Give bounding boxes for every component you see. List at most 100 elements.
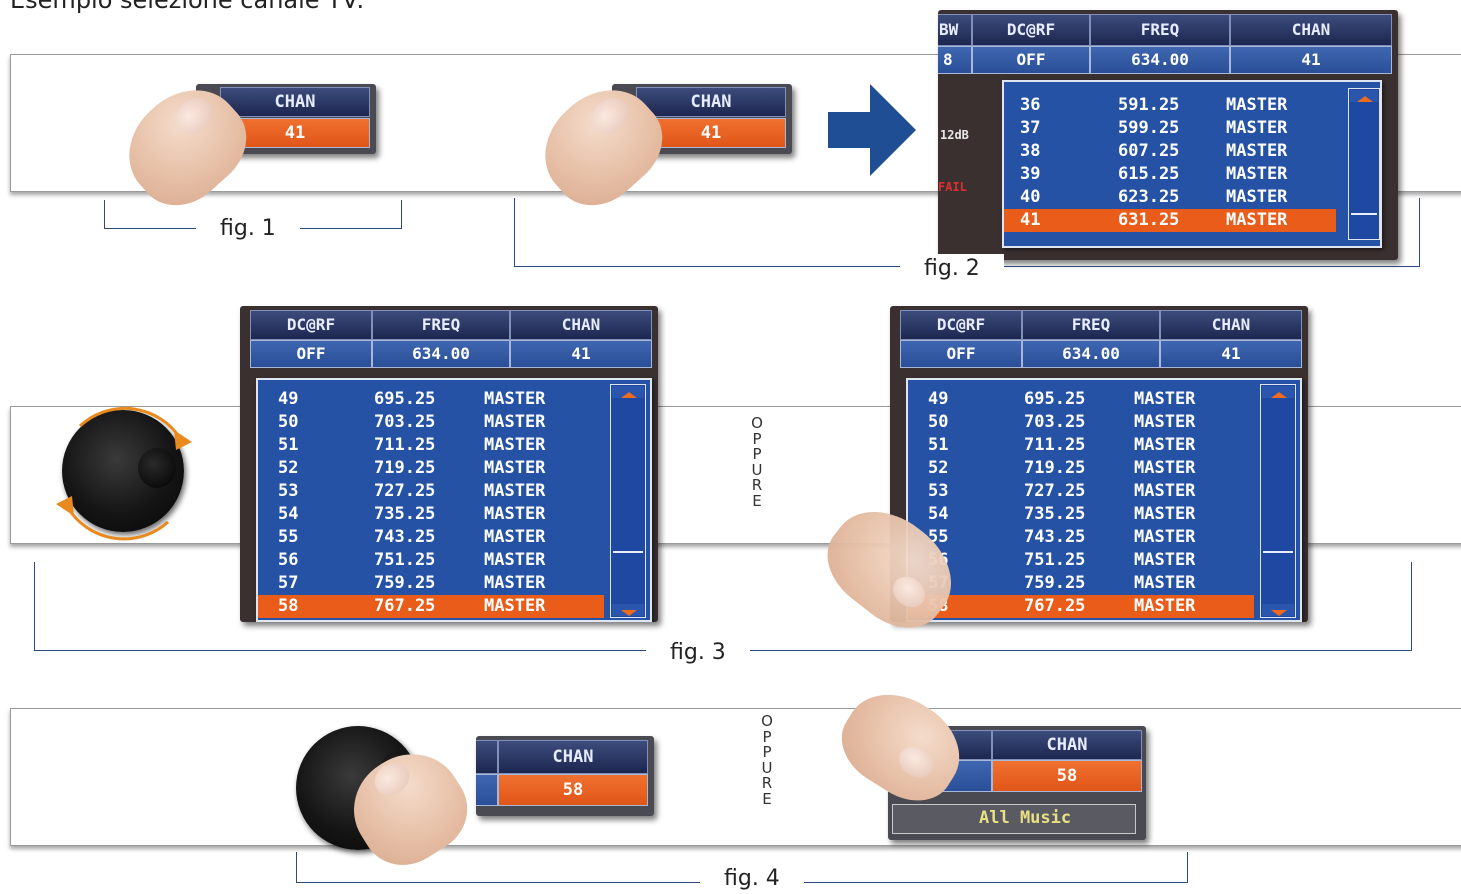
list-freq: 719.25 xyxy=(374,458,436,478)
list-item[interactable]: 37 599.25 MASTER xyxy=(1004,117,1380,140)
list-freq: 703.25 xyxy=(374,412,436,432)
fig4-band xyxy=(10,708,1461,846)
list-mode: MASTER xyxy=(484,412,546,432)
chan-header: CHAN xyxy=(498,740,648,774)
chan-header: CHAN xyxy=(992,730,1142,760)
chan-header: CHAN xyxy=(220,87,370,117)
list-freq: 599.25 xyxy=(1118,118,1180,138)
list-mode: MASTER xyxy=(1134,412,1196,432)
list-item[interactable]: 53 727.25 MASTER xyxy=(908,480,1300,503)
list-freq: 743.25 xyxy=(374,527,436,547)
list-ch: 53 xyxy=(928,481,949,501)
list-item[interactable]: 50 703.25 MASTER xyxy=(908,411,1300,434)
dcrf-value: OFF xyxy=(250,340,372,368)
freq-header-partial xyxy=(476,740,498,774)
list-item[interactable]: 54 735.25 MASTER xyxy=(258,503,650,526)
freq-value: 634.00 xyxy=(1090,46,1230,74)
chan-value: 41 xyxy=(1160,340,1302,368)
freq-header: FREQ xyxy=(1022,310,1160,340)
list-ch: 36 xyxy=(1020,95,1041,115)
list-ch: 52 xyxy=(928,458,949,478)
chan-value: 58 xyxy=(498,774,648,806)
fig1-label: fig. 1 xyxy=(196,214,300,244)
list-mode: MASTER xyxy=(484,527,546,547)
fig3-label: fig. 3 xyxy=(646,638,750,668)
chan-value: 41 xyxy=(510,340,652,368)
oppure-letter: E xyxy=(752,491,762,510)
list-item[interactable]: 52 719.25 MASTER xyxy=(258,457,650,480)
oppure-text: O P P U R E xyxy=(760,713,774,808)
chan-header: CHAN xyxy=(1230,14,1392,46)
dcrf-value: OFF xyxy=(972,46,1090,74)
list-item[interactable]: 52 719.25 MASTER xyxy=(908,457,1300,480)
scroll-up-button[interactable] xyxy=(1262,386,1294,398)
list-freq: 743.25 xyxy=(1024,527,1086,547)
list-freq: 727.25 xyxy=(1024,481,1086,501)
list-ch: 49 xyxy=(278,389,299,409)
bw-value: 8 xyxy=(938,46,972,74)
list-ch: 39 xyxy=(1020,164,1041,184)
list-item[interactable]: 49 695.25 MASTER xyxy=(258,388,650,411)
list-ch: 51 xyxy=(278,435,299,455)
list-mode: MASTER xyxy=(1134,527,1196,547)
list-ch: 38 xyxy=(1020,141,1041,161)
freq-value: 634.00 xyxy=(1022,340,1160,368)
list-ch: 52 xyxy=(278,458,299,478)
list-ch: 55 xyxy=(278,527,299,547)
list-freq: 735.25 xyxy=(1024,504,1086,524)
list-mode: MASTER xyxy=(1134,389,1196,409)
fig4-chan-widget-knob: CHAN 58 xyxy=(476,736,654,816)
all-music-label: All Music xyxy=(979,808,1072,828)
list-mode: MASTER xyxy=(484,389,546,409)
list-ch: 54 xyxy=(278,504,299,524)
list-item[interactable]: 55 743.25 MASTER xyxy=(908,526,1300,549)
list-mode: MASTER xyxy=(1134,504,1196,524)
list-freq: 703.25 xyxy=(1024,412,1086,432)
list-freq: 591.25 xyxy=(1118,95,1180,115)
list-item[interactable]: 49 695.25 MASTER xyxy=(908,388,1300,411)
list-item[interactable]: 51 711.25 MASTER xyxy=(908,434,1300,457)
scrollbar-thumb[interactable] xyxy=(1263,551,1293,553)
right-arrow-icon xyxy=(828,84,916,176)
list-item[interactable]: 55 743.25 MASTER xyxy=(258,526,650,549)
bw-header: BW xyxy=(938,14,972,46)
list-item[interactable]: 36 591.25 MASTER xyxy=(1004,94,1380,117)
scroll-up-icon xyxy=(1271,392,1287,398)
scroll-up-button[interactable] xyxy=(612,386,644,398)
oppure-letter: E xyxy=(762,789,772,808)
page-heading: Esempio selezione canale TV: xyxy=(10,0,365,14)
list-mode: MASTER xyxy=(1134,458,1196,478)
list-ch: 53 xyxy=(278,481,299,501)
list-mode: MASTER xyxy=(484,504,546,524)
chan-header: CHAN xyxy=(636,87,786,117)
list-item[interactable]: 38 607.25 MASTER xyxy=(1004,140,1380,163)
list-ch: 50 xyxy=(928,412,949,432)
list-item[interactable]: 39 615.25 MASTER xyxy=(1004,163,1380,186)
list-mode: MASTER xyxy=(1134,435,1196,455)
scroll-up-button[interactable] xyxy=(1350,90,1378,102)
scroll-up-icon xyxy=(1357,96,1373,102)
freq-value: 634.00 xyxy=(372,340,510,368)
dcrf-header: DC@RF xyxy=(972,14,1090,46)
chan-header: CHAN xyxy=(510,310,652,340)
scrollbar-thumb[interactable] xyxy=(613,551,643,553)
list-freq: 695.25 xyxy=(1024,389,1086,409)
chan-header: CHAN xyxy=(1160,310,1302,340)
list-mode: MASTER xyxy=(484,435,546,455)
list-item[interactable]: 51 711.25 MASTER xyxy=(258,434,650,457)
freq-header: FREQ xyxy=(372,310,510,340)
list-freq: 735.25 xyxy=(374,504,436,524)
all-music-field: All Music xyxy=(892,804,1136,834)
list-item[interactable]: 54 735.25 MASTER xyxy=(908,503,1300,526)
chan-value: 58 xyxy=(992,760,1142,792)
list-ch: 51 xyxy=(928,435,949,455)
list-item[interactable]: 53 727.25 MASTER xyxy=(258,480,650,503)
list-item[interactable]: 50 703.25 MASTER xyxy=(258,411,650,434)
list-freq: 711.25 xyxy=(1024,435,1086,455)
list-freq: 607.25 xyxy=(1118,141,1180,161)
side-12db-label: 12dB xyxy=(940,128,969,142)
list-freq: 615.25 xyxy=(1118,164,1180,184)
fig4-label: fig. 4 xyxy=(700,864,804,894)
list-mode: MASTER xyxy=(1226,164,1288,184)
freq-header: FREQ xyxy=(1090,14,1230,46)
